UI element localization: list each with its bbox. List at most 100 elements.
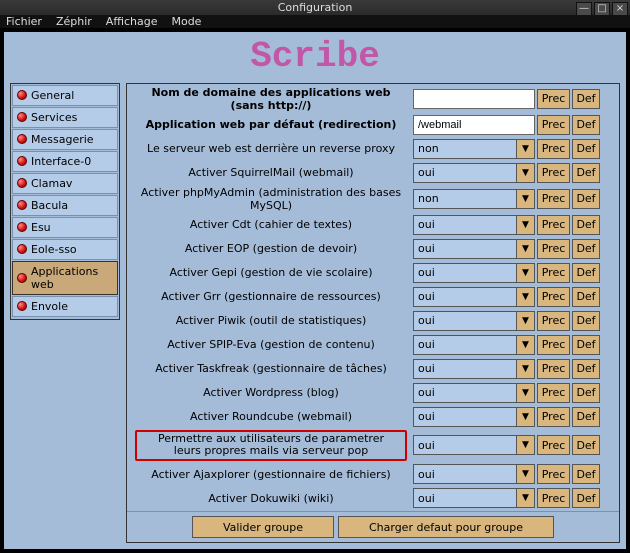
sidebar-item[interactable]: Services xyxy=(12,107,118,128)
def-button[interactable]: Def xyxy=(572,215,600,235)
sidebar-item[interactable]: Clamav xyxy=(12,173,118,194)
sidebar-item[interactable]: Interface-0 xyxy=(12,151,118,172)
select-value: oui xyxy=(413,407,517,427)
setting-select[interactable]: oui▼ xyxy=(413,263,535,283)
setting-select[interactable]: oui▼ xyxy=(413,163,535,183)
menu-zephir[interactable]: Zéphir xyxy=(56,15,92,28)
chevron-down-icon[interactable]: ▼ xyxy=(517,383,535,403)
chevron-down-icon[interactable]: ▼ xyxy=(517,287,535,307)
setting-select[interactable]: oui▼ xyxy=(413,407,535,427)
setting-select[interactable]: oui▼ xyxy=(413,335,535,355)
prec-button[interactable]: Prec xyxy=(537,89,570,109)
prec-button[interactable]: Prec xyxy=(537,359,570,379)
chevron-down-icon[interactable]: ▼ xyxy=(517,407,535,427)
setting-select[interactable]: oui▼ xyxy=(413,435,535,455)
def-button[interactable]: Def xyxy=(572,359,600,379)
prec-button[interactable]: Prec xyxy=(537,215,570,235)
prec-button[interactable]: Prec xyxy=(537,263,570,283)
setting-select[interactable]: non▼ xyxy=(413,189,535,209)
chevron-down-icon[interactable]: ▼ xyxy=(517,435,535,455)
sidebar-item-label: Envole xyxy=(31,300,68,313)
prec-button[interactable]: Prec xyxy=(537,311,570,331)
setting-label: Activer Cdt (cahier de textes) xyxy=(131,218,411,231)
prec-button[interactable]: Prec xyxy=(537,287,570,307)
setting-label: Le serveur web est derrière un reverse p… xyxy=(131,142,411,155)
prec-button[interactable]: Prec xyxy=(537,335,570,355)
select-value: oui xyxy=(413,215,517,235)
def-button[interactable]: Def xyxy=(572,139,600,159)
sidebar-item[interactable]: Bacula xyxy=(12,195,118,216)
def-button[interactable]: Def xyxy=(572,407,600,427)
sidebar-item[interactable]: Eole-sso xyxy=(12,239,118,260)
sidebar-item[interactable]: Esu xyxy=(12,217,118,238)
def-button[interactable]: Def xyxy=(572,488,600,508)
menu-affichage[interactable]: Affichage xyxy=(106,15,158,28)
prec-button[interactable]: Prec xyxy=(537,239,570,259)
validate-group-button[interactable]: Valider groupe xyxy=(192,516,334,538)
setting-select[interactable]: oui▼ xyxy=(413,215,535,235)
setting-select[interactable]: oui▼ xyxy=(413,359,535,379)
setting-select[interactable]: oui▼ xyxy=(413,287,535,307)
def-button[interactable]: Def xyxy=(572,383,600,403)
setting-row: Activer Wordpress (blog)oui▼PrecDef xyxy=(131,382,615,404)
prec-button[interactable]: Prec xyxy=(537,383,570,403)
setting-control: oui▼ xyxy=(413,311,535,331)
prec-button[interactable]: Prec xyxy=(537,189,570,209)
setting-select[interactable]: oui▼ xyxy=(413,311,535,331)
def-button[interactable]: Def xyxy=(572,435,600,455)
def-button[interactable]: Def xyxy=(572,89,600,109)
setting-select[interactable]: oui▼ xyxy=(413,383,535,403)
def-button[interactable]: Def xyxy=(572,163,600,183)
chevron-down-icon[interactable]: ▼ xyxy=(517,311,535,331)
status-dot-icon xyxy=(17,244,27,254)
setting-row: Activer Cdt (cahier de textes)oui▼PrecDe… xyxy=(131,214,615,236)
select-value: oui xyxy=(413,287,517,307)
prec-button[interactable]: Prec xyxy=(537,464,570,484)
sidebar-item[interactable]: General xyxy=(12,85,118,106)
setting-text-input[interactable] xyxy=(413,89,535,109)
chevron-down-icon[interactable]: ▼ xyxy=(517,163,535,183)
minimize-button[interactable]: — xyxy=(576,2,592,16)
select-value: oui xyxy=(413,383,517,403)
menu-file[interactable]: Fichier xyxy=(6,15,42,28)
prec-button[interactable]: Prec xyxy=(537,488,570,508)
menubar: Fichier Zéphir Affichage Mode xyxy=(0,15,630,28)
chevron-down-icon[interactable]: ▼ xyxy=(517,189,535,209)
prec-button[interactable]: Prec xyxy=(537,435,570,455)
setting-label: Activer SPIP-Eva (gestion de contenu) xyxy=(131,338,411,351)
menu-mode[interactable]: Mode xyxy=(171,15,201,28)
def-button[interactable]: Def xyxy=(572,263,600,283)
chevron-down-icon[interactable]: ▼ xyxy=(517,215,535,235)
sidebar-item[interactable]: Applications web xyxy=(12,261,118,295)
setting-select[interactable]: non▼ xyxy=(413,139,535,159)
setting-label: Activer SquirrelMail (webmail) xyxy=(131,166,411,179)
chevron-down-icon[interactable]: ▼ xyxy=(517,488,535,508)
maximize-button[interactable]: □ xyxy=(594,2,610,16)
chevron-down-icon[interactable]: ▼ xyxy=(517,464,535,484)
def-button[interactable]: Def xyxy=(572,239,600,259)
prec-button[interactable]: Prec xyxy=(537,163,570,183)
chevron-down-icon[interactable]: ▼ xyxy=(517,263,535,283)
prec-button[interactable]: Prec xyxy=(537,407,570,427)
chevron-down-icon[interactable]: ▼ xyxy=(517,139,535,159)
sidebar-item[interactable]: Messagerie xyxy=(12,129,118,150)
prec-button[interactable]: Prec xyxy=(537,115,570,135)
setting-select[interactable]: oui▼ xyxy=(413,239,535,259)
setting-select[interactable]: oui▼ xyxy=(413,488,535,508)
def-button[interactable]: Def xyxy=(572,189,600,209)
prec-button[interactable]: Prec xyxy=(537,139,570,159)
def-button[interactable]: Def xyxy=(572,464,600,484)
def-button[interactable]: Def xyxy=(572,287,600,307)
sidebar-item-label: Eole-sso xyxy=(31,243,77,256)
sidebar-item[interactable]: Envole xyxy=(12,296,118,317)
chevron-down-icon[interactable]: ▼ xyxy=(517,359,535,379)
def-button[interactable]: Def xyxy=(572,311,600,331)
setting-text-input[interactable] xyxy=(413,115,535,135)
def-button[interactable]: Def xyxy=(572,335,600,355)
setting-select[interactable]: oui▼ xyxy=(413,464,535,484)
chevron-down-icon[interactable]: ▼ xyxy=(517,335,535,355)
load-default-group-button[interactable]: Charger defaut pour groupe xyxy=(338,516,554,538)
def-button[interactable]: Def xyxy=(572,115,600,135)
chevron-down-icon[interactable]: ▼ xyxy=(517,239,535,259)
close-button[interactable]: × xyxy=(612,2,628,16)
